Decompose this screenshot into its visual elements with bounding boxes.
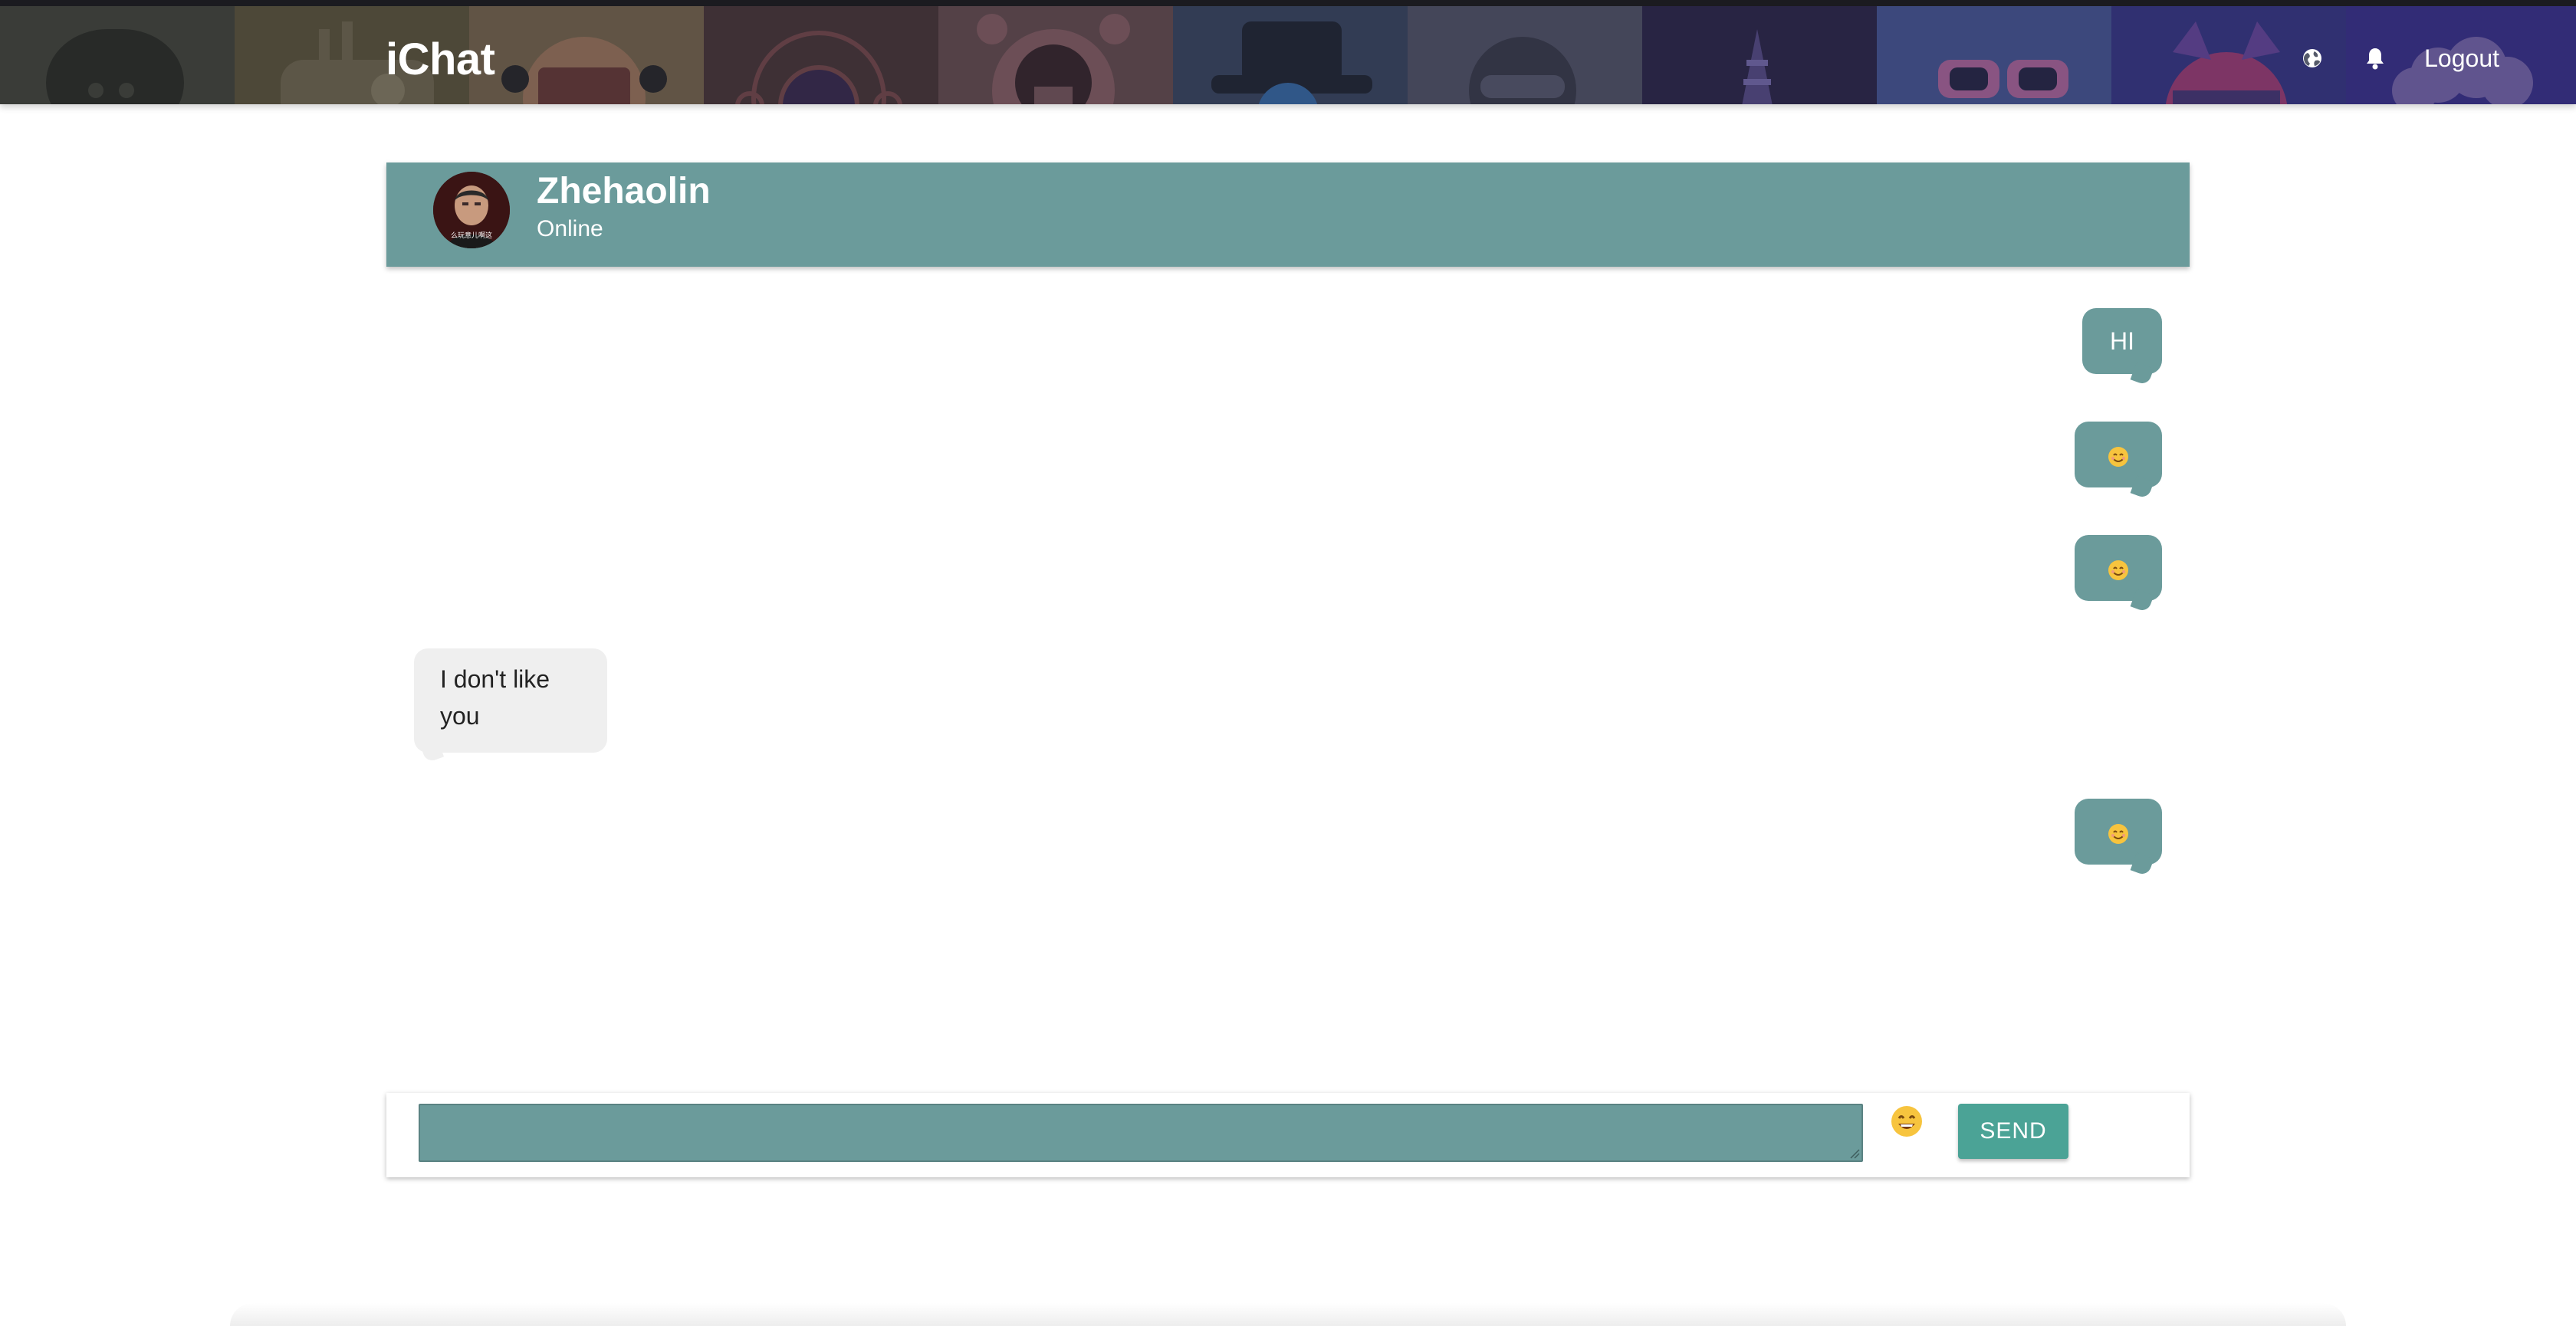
contact-name: Zhehaolin (537, 171, 711, 212)
message-composer: SEND (386, 1093, 2190, 1177)
message-input[interactable] (419, 1104, 1863, 1162)
navbar-actions: Logout (2295, 41, 2499, 75)
banner-tile (1642, 6, 1877, 104)
message-text: I don't like you (440, 665, 550, 730)
top-navbar: iChat Logout (0, 0, 2576, 104)
outgoing-message: HI (2082, 308, 2162, 374)
resize-handle-icon[interactable] (1848, 1147, 1860, 1159)
smile-emoji (2108, 560, 2128, 580)
banner-tile (1877, 6, 2111, 104)
banner-tile (704, 6, 938, 104)
globe-icon[interactable] (2295, 41, 2329, 75)
bell-icon[interactable] (2358, 41, 2392, 75)
smile-emoji (2108, 446, 2128, 467)
chat-header: 么玩意儿啊这 Zhehaolin Online (386, 162, 2190, 267)
message-text: HI (2110, 327, 2134, 355)
banner-tile (938, 6, 1173, 104)
banner-tile (469, 6, 704, 104)
app-brand-logo[interactable]: iChat (386, 34, 495, 85)
banner-tile (1408, 6, 1642, 104)
contact-avatar[interactable]: 么玩意儿啊这 (433, 172, 510, 248)
grin-emoji-icon[interactable] (1889, 1104, 1924, 1139)
logout-link[interactable]: Logout (2424, 44, 2499, 73)
send-button[interactable]: SEND (1958, 1104, 2068, 1159)
incoming-message: I don't like you (414, 648, 607, 753)
banner-tile (1173, 6, 1408, 104)
smile-emoji (2108, 823, 2128, 844)
svg-text:么玩意儿啊这: 么玩意儿啊这 (451, 231, 492, 240)
outgoing-message (2075, 799, 2162, 865)
outgoing-message (2075, 535, 2162, 601)
banner-tile (0, 6, 235, 104)
page-footer-shadow (230, 1303, 2346, 1326)
contact-status: Online (537, 216, 603, 241)
outgoing-message (2075, 422, 2162, 487)
